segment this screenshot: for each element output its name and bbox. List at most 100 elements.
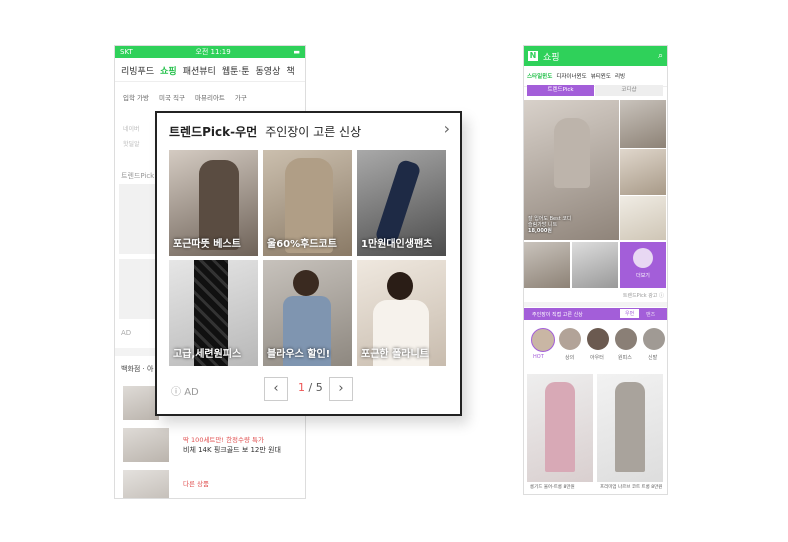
status-bar: SKT 오전 11:19 ▬ bbox=[115, 46, 305, 58]
tab-book[interactable]: 책 bbox=[286, 64, 294, 77]
naver-logo[interactable]: N bbox=[528, 51, 538, 61]
product-thumb[interactable] bbox=[123, 386, 159, 420]
segment-trend-pick[interactable]: 트렌드Pick bbox=[527, 85, 594, 96]
promo-title[interactable]: 비체 14K 핑크골드 보 12만 원대 bbox=[183, 445, 281, 455]
page-indicator: 1 / 5 bbox=[298, 381, 323, 394]
more-badge[interactable]: 더보기 bbox=[620, 242, 666, 288]
tile-card[interactable]: 울60%후드코트 bbox=[263, 150, 352, 256]
tab-beauty-window[interactable]: 뷰티윈도 bbox=[591, 72, 611, 80]
category-circle[interactable] bbox=[587, 328, 609, 350]
hero-image[interactable]: 잘 입어도 Best 코디 슬림가방 니트 18,000원 bbox=[524, 100, 619, 240]
tile-caption: 고급,세련원피스 bbox=[173, 349, 242, 360]
category-row: 입학 가방 미국 직구 마뮤리아트 가구 bbox=[115, 82, 305, 112]
product-card[interactable] bbox=[597, 374, 663, 482]
tile-card[interactable]: 포근따뜻 베스트 bbox=[169, 150, 258, 256]
clock: 오전 11:19 bbox=[195, 48, 231, 56]
category-circles: HOT 상의 아우터 원피스 신발 bbox=[527, 328, 667, 366]
trend-pick-card: 트렌드Pick-우먼 주인장이 고른 신상 › 포근따뜻 베스트 울60%후드코트… bbox=[155, 111, 462, 416]
category-circle[interactable] bbox=[615, 328, 637, 350]
ghost-image bbox=[119, 184, 155, 254]
tile-photo bbox=[293, 270, 319, 296]
product-title: 롱기드 울어-트롱 8만원 bbox=[530, 485, 575, 490]
divider bbox=[524, 302, 667, 307]
product-photo bbox=[545, 382, 575, 472]
hero-price: 18,000원 bbox=[528, 228, 552, 234]
app-header: N 쇼핑 ⌕ bbox=[524, 46, 667, 66]
tile-caption: 포근한 폴라니트 bbox=[361, 349, 429, 360]
category-item[interactable]: 입학 가방 bbox=[123, 92, 149, 102]
segment-codi-shop[interactable]: 코디샵 bbox=[595, 85, 663, 96]
category-circle[interactable] bbox=[559, 328, 581, 350]
tile-card[interactable]: 포근한 폴라니트 bbox=[357, 260, 446, 366]
tab-style-window[interactable]: 스타일윈도 bbox=[527, 72, 552, 80]
category-item[interactable]: 마뮤리아트 bbox=[195, 92, 225, 102]
left-tab-bar: 리빙푸드 쇼핑 패션뷰티 웹툰·툰 동영상 책 bbox=[115, 58, 305, 82]
section-label: 백화점 · 아 bbox=[121, 365, 154, 373]
tile-card[interactable]: 고급,세련원피스 bbox=[169, 260, 258, 366]
ghost-image bbox=[119, 259, 155, 319]
promo-headline[interactable]: 딱 100세트만! 한정수량 특가 bbox=[183, 434, 264, 444]
right-phone-screen: N 쇼핑 ⌕ 스타일윈도 디자이너윈도 뷰티윈도 리빙 트렌드Pick 코디샵 … bbox=[523, 45, 668, 495]
tile-photo bbox=[387, 272, 413, 300]
product-thumb[interactable] bbox=[123, 428, 169, 462]
ghost-text: 핫딜알 bbox=[123, 141, 140, 148]
tab-video[interactable]: 동영상 bbox=[256, 64, 281, 77]
battery-icon: ▬ bbox=[293, 48, 300, 56]
current-page: 1 bbox=[298, 381, 305, 394]
ghost-text: 트렌드Pick bbox=[121, 172, 155, 180]
tab-shopping[interactable]: 쇼핑 bbox=[160, 64, 177, 77]
category-label: 아우터 bbox=[590, 355, 604, 361]
total-pages: / 5 bbox=[308, 381, 323, 394]
ad-label[interactable]: ⓘ AD bbox=[171, 383, 199, 398]
promo-headline[interactable]: 다른 상품 bbox=[183, 478, 209, 488]
product-thumb[interactable] bbox=[123, 470, 169, 498]
product-thumb[interactable] bbox=[620, 196, 666, 240]
tab-fashion[interactable]: 패션뷰티 bbox=[183, 64, 216, 77]
tile-caption: 울60%후드코트 bbox=[267, 239, 337, 250]
ghost-ad-label: AD bbox=[121, 329, 132, 337]
banner-text: 주인장이 직접 고른 신상 bbox=[532, 312, 583, 318]
tab-living[interactable]: 리빙푸드 bbox=[121, 64, 154, 77]
ghost-text: 네이버 bbox=[123, 126, 140, 133]
chevron-right-icon[interactable]: › bbox=[444, 119, 450, 138]
carrier: SKT bbox=[120, 48, 133, 56]
category-circle[interactable] bbox=[531, 328, 555, 352]
tile-card[interactable]: 1만원대인생팬츠 bbox=[357, 150, 446, 256]
product-title: 프리미엄 나르브 코트 트롱 8만원 bbox=[600, 485, 663, 490]
tile-caption: 1만원대인생팬츠 bbox=[361, 239, 433, 250]
category-label: 원피스 bbox=[618, 355, 632, 361]
card-title: 트렌드Pick-우먼 bbox=[169, 125, 258, 139]
product-thumb[interactable] bbox=[620, 149, 666, 195]
next-page-button[interactable]: › bbox=[329, 377, 353, 401]
chip-men[interactable]: 맨즈 bbox=[646, 311, 655, 318]
right-tab-bar: 스타일윈도 디자이너윈도 뷰티윈도 리빙 bbox=[524, 66, 667, 87]
category-item[interactable]: 미국 직구 bbox=[159, 92, 185, 102]
tab-designer-window[interactable]: 디자이너윈도 bbox=[556, 72, 586, 80]
product-thumb[interactable] bbox=[524, 242, 570, 288]
product-thumb[interactable] bbox=[572, 242, 618, 288]
tile-card[interactable]: 블라우스 할인! bbox=[263, 260, 352, 366]
category-item[interactable]: 가구 bbox=[235, 92, 247, 102]
prev-page-button[interactable]: ‹ bbox=[264, 377, 288, 401]
category-label: 신발 bbox=[648, 355, 658, 361]
card-header: 트렌드Pick-우먼 주인장이 고른 신상 bbox=[169, 123, 361, 140]
app-title: 쇼핑 bbox=[543, 52, 560, 63]
badge-label: 더보기 bbox=[636, 273, 650, 279]
category-circle[interactable] bbox=[643, 328, 665, 350]
tile-photo bbox=[374, 158, 422, 247]
product-thumb[interactable] bbox=[620, 100, 666, 148]
tab-webtoon[interactable]: 웹툰·툰 bbox=[222, 64, 250, 77]
product-card[interactable] bbox=[527, 374, 593, 482]
info-icon: ⓘ bbox=[171, 387, 181, 398]
curation-banner: 주인장이 직접 고른 신상 우먼 맨즈 bbox=[524, 308, 667, 320]
chip-women[interactable]: 우먼 bbox=[620, 309, 640, 318]
tile-caption: 블라우스 할인! bbox=[267, 349, 331, 360]
hero-photo bbox=[554, 118, 590, 188]
product-photo bbox=[615, 382, 645, 472]
category-label: HOT bbox=[533, 354, 544, 360]
category-label: 상의 bbox=[565, 355, 575, 361]
avatar bbox=[633, 248, 653, 268]
ad-line[interactable]: 트렌드Pick 광고 ⓘ bbox=[623, 292, 664, 299]
search-icon[interactable]: ⌕ bbox=[658, 51, 663, 61]
tab-living[interactable]: 리빙 bbox=[615, 72, 625, 80]
